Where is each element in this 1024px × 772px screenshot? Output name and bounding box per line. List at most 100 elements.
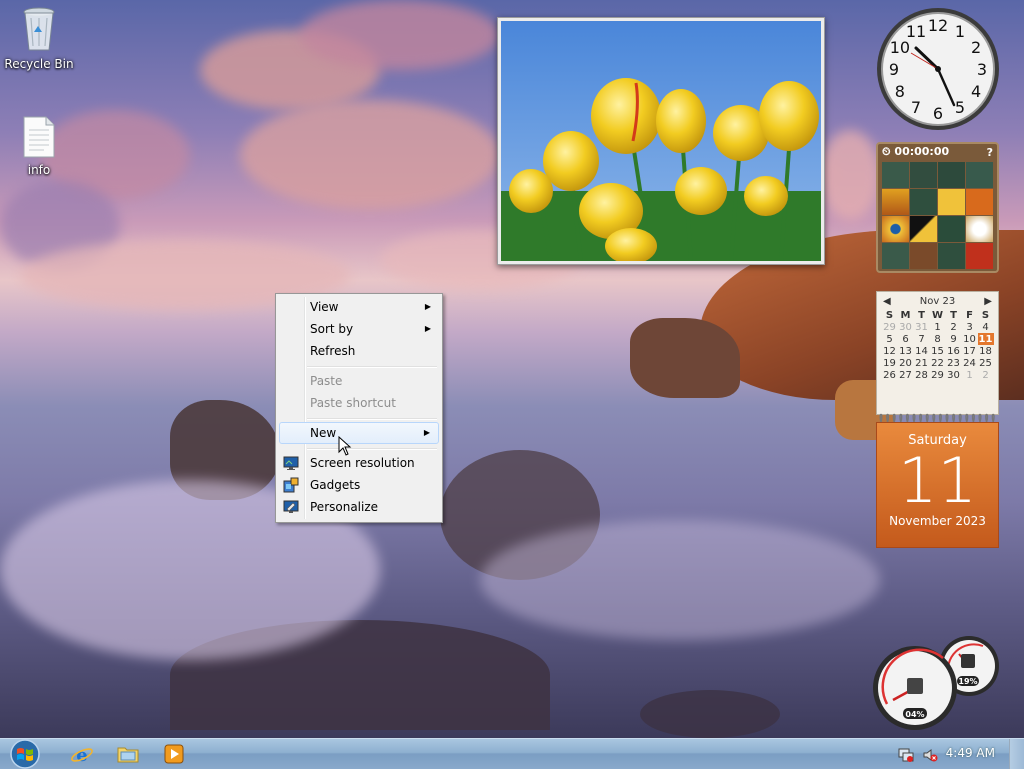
desktop-icon-info[interactable]: info	[4, 116, 74, 177]
tulips-photo	[501, 21, 821, 261]
personalize-icon	[283, 500, 299, 513]
calendar-day[interactable]: 30	[946, 369, 962, 381]
calendar-day[interactable]: 6	[898, 333, 914, 345]
menu-item-refresh[interactable]: Refresh	[279, 340, 439, 362]
puzzle-grid[interactable]	[878, 160, 997, 271]
menu-item-sort-by[interactable]: Sort by ▶	[279, 318, 439, 340]
calendar-day[interactable]: 14	[914, 345, 930, 357]
clock-number: 9	[889, 60, 899, 79]
calendar-day[interactable]: 26	[882, 369, 898, 381]
calendar-prev-icon[interactable]: ◀	[883, 296, 891, 307]
menu-separator	[307, 418, 437, 420]
cpu-chip-icon	[907, 678, 923, 694]
puzzle-timer: ⏲ 00:00:00	[882, 145, 950, 158]
calendar-day[interactable]: 11	[977, 333, 994, 345]
network-icon[interactable]	[898, 747, 914, 763]
taskbar: e 4:49 AM	[0, 738, 1024, 769]
calendar-day[interactable]: 29	[930, 369, 946, 381]
menu-item-paste[interactable]: Paste	[279, 370, 439, 392]
calendar-day[interactable]: 27	[898, 369, 914, 381]
menu-item-paste-shortcut[interactable]: Paste shortcut	[279, 392, 439, 414]
calendar-day[interactable]: 8	[930, 333, 946, 345]
clock-gadget[interactable]: 12 1 2 3 4 5 6 7 8 9 10 11	[875, 6, 1001, 132]
clock-number: 4	[971, 82, 981, 101]
calendar-weekday: M	[900, 309, 911, 321]
windows-explorer-icon[interactable]	[116, 743, 140, 765]
calendar-day[interactable]: 1	[930, 321, 946, 333]
picture-puzzle-gadget[interactable]: ⏲ 00:00:00 ?	[876, 142, 999, 273]
calendar-day[interactable]: 19	[882, 357, 898, 369]
calendar-day[interactable]: 1	[962, 369, 978, 381]
calendar-day[interactable]: 3	[962, 321, 978, 333]
clock-number: 5	[955, 98, 965, 117]
taskbar-clock[interactable]: 4:49 AM	[946, 746, 995, 760]
calendar-day[interactable]: 17	[962, 345, 978, 357]
puzzle-help-icon[interactable]: ?	[987, 146, 993, 159]
cpu-meter-gadget[interactable]: 04% 19%	[873, 634, 1003, 732]
calendar-day[interactable]: 15	[930, 345, 946, 357]
calendar-day[interactable]: 29	[882, 321, 898, 333]
menu-item-new[interactable]: New ▶	[279, 422, 439, 444]
calendar-day-view[interactable]: Saturday 11 November 2023	[876, 422, 999, 548]
calendar-day-number: 11	[898, 444, 977, 517]
calendar-day[interactable]: 18	[978, 345, 994, 357]
show-desktop-button[interactable]	[1009, 739, 1024, 769]
internet-explorer-icon[interactable]: e	[70, 743, 94, 765]
submenu-arrow-icon: ▶	[423, 428, 430, 437]
desktop[interactable]: Recycle Bin info 12 1 2 3 4 5 6 7 8 9 10…	[0, 0, 1024, 738]
calendar-day[interactable]: 16	[946, 345, 962, 357]
calendar-day[interactable]: 31	[914, 321, 930, 333]
calendar-day[interactable]: 23	[946, 357, 962, 369]
submenu-arrow-icon: ▶	[424, 324, 431, 333]
calendar-day[interactable]: 10	[962, 333, 978, 345]
calendar-weekday: F	[966, 309, 973, 321]
submenu-arrow-icon: ▶	[424, 302, 431, 311]
menu-item-gadgets[interactable]: Gadgets	[279, 474, 439, 496]
calendar-day[interactable]: 21	[914, 357, 930, 369]
system-tray: 4:49 AM	[884, 739, 1024, 769]
calendar-day[interactable]: 28	[914, 369, 930, 381]
clock-number: 3	[977, 60, 987, 79]
clock-number: 2	[971, 38, 981, 57]
calendar-day[interactable]: 22	[930, 357, 946, 369]
calendar-day[interactable]: 5	[882, 333, 898, 345]
calendar-day[interactable]: 13	[898, 345, 914, 357]
calendar-day[interactable]: 25	[978, 357, 994, 369]
desktop-icon-label: info	[27, 163, 51, 177]
mouse-cursor-icon	[338, 436, 352, 456]
recycle-bin-icon	[23, 7, 55, 51]
calendar-next-icon[interactable]: ▶	[984, 296, 992, 307]
volume-muted-icon[interactable]	[922, 747, 938, 763]
start-button[interactable]	[5, 739, 45, 769]
menu-separator	[307, 448, 437, 450]
desktop-icon-recycle-bin[interactable]: Recycle Bin	[4, 6, 74, 71]
calendar-day[interactable]: 20	[898, 357, 914, 369]
gadgets-icon	[283, 477, 299, 493]
calendar-day[interactable]: 9	[946, 333, 962, 345]
calendar-day[interactable]: 2	[978, 369, 994, 381]
calendar-day[interactable]: 30	[898, 321, 914, 333]
calendar-weekday: S	[885, 309, 894, 321]
calendar-day[interactable]: 24	[962, 357, 978, 369]
calendar-day[interactable]: 12	[882, 345, 898, 357]
calendar-grid: SMTWTFS 29 30 31 1 2 3 4 5 6 7 8 9 10 11 12 13 14 15 16 17 1…	[882, 309, 994, 381]
menu-item-personalize[interactable]: Personalize	[279, 496, 439, 518]
clock-number: 11	[906, 22, 926, 41]
menu-item-view[interactable]: View ▶	[279, 296, 439, 318]
media-player-icon[interactable]	[162, 743, 186, 765]
cpu-meter-dials: 04% 19%	[873, 636, 999, 730]
clock-number: 6	[933, 104, 943, 123]
slideshow-gadget[interactable]	[497, 17, 825, 265]
desktop-icon-label: Recycle Bin	[4, 57, 74, 71]
menu-item-screen-resolution[interactable]: Screen resolution	[279, 452, 439, 474]
text-document-icon	[23, 116, 55, 158]
calendar-month-year: November 2023	[889, 514, 986, 528]
clock-number: 1	[955, 22, 965, 41]
calendar-day[interactable]: 4	[978, 321, 994, 333]
desktop-context-menu: View ▶ Sort by ▶ Refresh Paste Paste sho…	[275, 293, 443, 523]
memory-percent: 19%	[958, 677, 977, 686]
calendar-month-label: Nov 23	[919, 296, 956, 307]
calendar-day[interactable]: 7	[914, 333, 930, 345]
calendar-day[interactable]: 2	[946, 321, 962, 333]
calendar-month-view[interactable]: ◀ Nov 23 ▶ SMTWTFS 29 30 31 1 2 3 4 5 6 7 8 9 10 11 12…	[876, 291, 999, 415]
